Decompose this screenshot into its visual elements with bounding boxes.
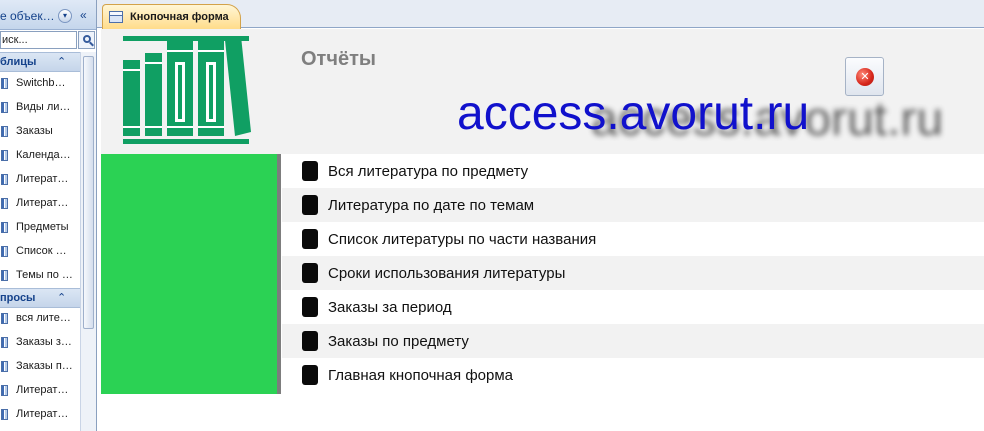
nav-group-title: просы [0, 292, 36, 304]
menu-item-label[interactable]: Сроки использования литературы [328, 265, 565, 282]
nav-item[interactable]: Заказы з… [0, 331, 80, 355]
navigation-pane: е объек… ▾ « иск... блицы ⌃ Switchb… Вид… [0, 0, 97, 431]
search-icon[interactable] [78, 31, 95, 49]
panel-divider [277, 154, 281, 394]
close-icon: ✕ [856, 68, 874, 86]
nav-item-label: Заказы з… [16, 336, 72, 348]
document-tab-strip: Кнопочная форма [97, 0, 984, 29]
nav-item-label: Темы по … [16, 269, 73, 281]
table-icon [1, 270, 8, 281]
menu-item-button[interactable] [302, 331, 318, 351]
nav-item[interactable]: Литерат… [0, 403, 80, 427]
menu-item-button[interactable] [302, 229, 318, 249]
nav-pane-title[interactable]: е объек… [0, 9, 55, 23]
table-icon [1, 222, 8, 233]
menu-item[interactable]: Вся литература по предмету [282, 154, 984, 188]
nav-item-label: Заказы п… [16, 360, 73, 372]
table-icon [1, 246, 8, 257]
nav-item[interactable]: Литерат… [0, 379, 80, 403]
nav-item[interactable]: Заказы [0, 120, 80, 144]
chevron-up-icon[interactable]: ⌃ [57, 291, 66, 304]
green-side-panel [101, 154, 279, 394]
nav-group-title: блицы [0, 56, 37, 68]
menu-item-label[interactable]: Литература по дате по темам [328, 197, 534, 214]
menu-item-button[interactable] [302, 297, 318, 317]
query-icon [1, 361, 8, 372]
switchboard-form: Отчёты ✕ access.avorut.ru access.avorut.… [101, 29, 984, 431]
nav-item-label: Switchb… [16, 77, 66, 89]
menu-item[interactable]: Сроки использования литературы [282, 256, 984, 290]
watermark-text: access.avorut.ru [457, 87, 810, 140]
menu-item-label[interactable]: Главная кнопочная форма [328, 367, 513, 384]
menu-item-label[interactable]: Список литературы по части названия [328, 231, 596, 248]
menu-item-label[interactable]: Вся литература по предмету [328, 163, 528, 180]
nav-scrollbar[interactable] [80, 52, 96, 431]
nav-item-label: Список … [16, 245, 67, 257]
menu-item[interactable]: Заказы по предмету [282, 324, 984, 358]
nav-item[interactable]: Календа… [0, 144, 80, 168]
nav-group-tables[interactable]: блицы ⌃ [0, 52, 80, 72]
nav-item[interactable]: Литерат… [0, 192, 80, 216]
menu-item[interactable]: Заказы за период [282, 290, 984, 324]
nav-item-label: Календа… [16, 149, 71, 161]
menu-item-button[interactable] [302, 195, 318, 215]
nav-group-queries[interactable]: просы ⌃ [0, 288, 80, 308]
query-icon [1, 337, 8, 348]
nav-item-label: Предметы [16, 221, 69, 233]
nav-pane-header[interactable]: е объек… ▾ « [0, 0, 96, 30]
table-icon [1, 126, 8, 137]
books-logo-icon [123, 36, 251, 144]
nav-item-label: Литерат… [16, 197, 69, 209]
nav-item-label: Литерат… [16, 384, 69, 396]
table-icon [1, 174, 8, 185]
nav-item[interactable]: Switchb… [0, 72, 80, 96]
nav-item[interactable]: Темы по … [0, 264, 80, 288]
nav-item-label: Заказы [16, 125, 53, 137]
double-chevron-left-icon[interactable]: « [80, 8, 87, 22]
menu-item-button[interactable] [302, 161, 318, 181]
table-icon [1, 150, 8, 161]
menu-item-label[interactable]: Заказы за период [328, 299, 452, 316]
query-icon [1, 313, 8, 324]
table-icon [1, 102, 8, 113]
table-icon [1, 198, 8, 209]
nav-scrollbar-thumb[interactable] [83, 56, 94, 329]
menu-item[interactable]: Литература по дате по темам [282, 188, 984, 222]
nav-item[interactable]: вся лите… [0, 307, 80, 331]
query-icon [1, 409, 8, 420]
nav-item[interactable]: Виды ли… [0, 96, 80, 120]
tab-switchboard-form[interactable]: Кнопочная форма [102, 4, 241, 29]
menu-item[interactable]: Список литературы по части названия [282, 222, 984, 256]
nav-item-label: Литерат… [16, 408, 69, 420]
menu-item-button[interactable] [302, 263, 318, 283]
menu-item-label[interactable]: Заказы по предмету [328, 333, 469, 350]
form-icon [109, 11, 123, 23]
query-icon [1, 385, 8, 396]
tab-label: Кнопочная форма [130, 11, 229, 23]
switchboard-menu: Вся литература по предмету Литература по… [282, 154, 984, 392]
nav-item-label: Литерат… [16, 173, 69, 185]
close-button[interactable]: ✕ [845, 57, 884, 96]
nav-item[interactable]: Список … [0, 240, 80, 264]
nav-item[interactable]: Заказы п… [0, 355, 80, 379]
nav-search-input[interactable]: иск... [0, 31, 77, 49]
nav-item-label: вся лите… [16, 312, 71, 324]
chevron-down-icon[interactable]: ▾ [58, 9, 72, 23]
page-title: Отчёты [301, 48, 376, 70]
nav-item-label: Виды ли… [16, 101, 71, 113]
menu-item-button[interactable] [302, 365, 318, 385]
nav-item[interactable]: Литерат… [0, 168, 80, 192]
menu-item[interactable]: Главная кнопочная форма [282, 358, 984, 392]
nav-item[interactable]: Предметы [0, 216, 80, 240]
chevron-up-icon[interactable]: ⌃ [57, 55, 66, 68]
table-icon [1, 78, 8, 89]
